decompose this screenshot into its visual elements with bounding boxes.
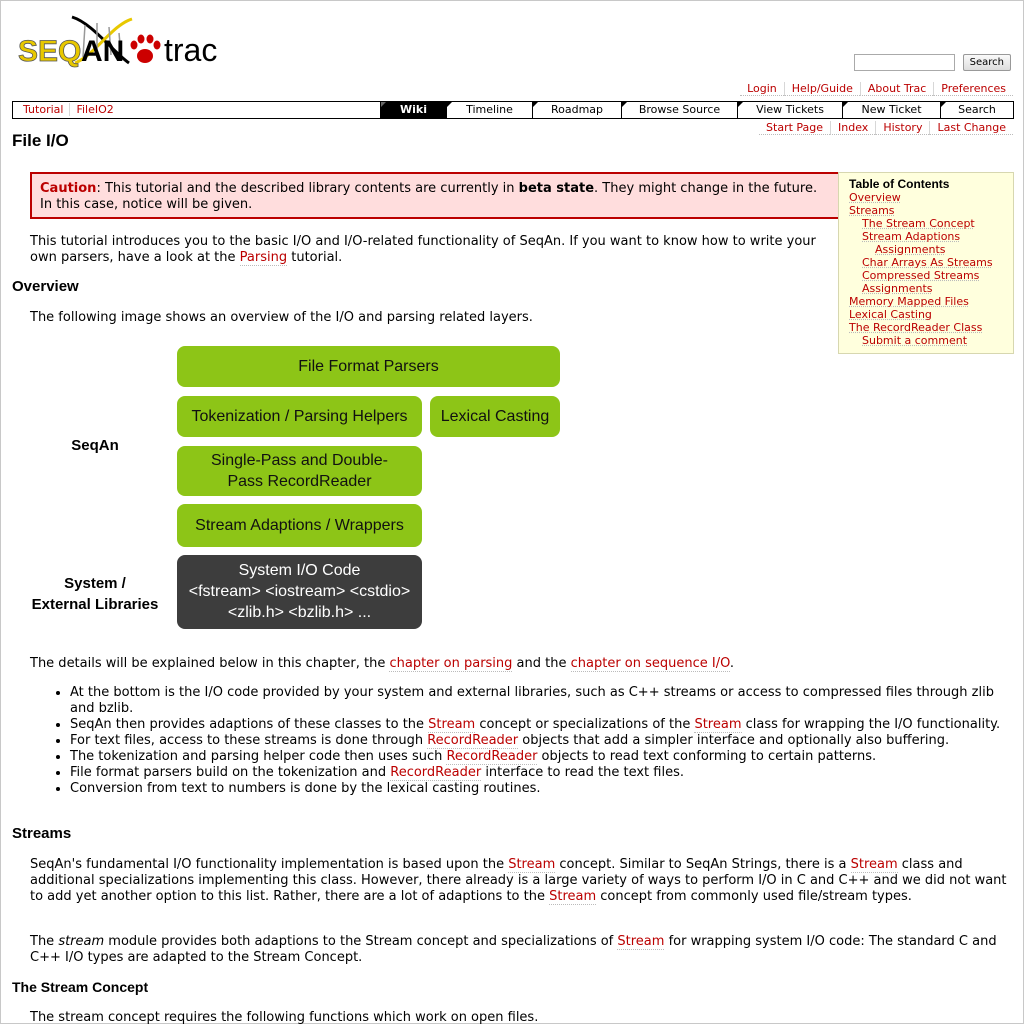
svg-text:SEQ: SEQ (18, 35, 81, 68)
toc-item-submit-comment[interactable]: Submit a comment (849, 334, 1003, 347)
stream-link[interactable]: Stream (617, 934, 665, 950)
caution-box: Caution: This tutorial and the described… (30, 172, 841, 219)
tab-roadmap[interactable]: Roadmap (532, 102, 621, 118)
toc-title: Table of Contents (849, 177, 950, 191)
stream-concept-heading: The Stream Concept (12, 979, 149, 995)
toc-item-stream-adaptions[interactable]: Stream Adaptions (849, 230, 1003, 243)
tab-search[interactable]: Search (940, 102, 1013, 118)
diagram-box-recordreader: Single-Pass and Double-Pass RecordReader (177, 446, 422, 496)
stream-link[interactable]: Stream (428, 717, 476, 733)
history-link[interactable]: History (875, 121, 930, 135)
breadcrumb-tutorial[interactable]: Tutorial (17, 103, 69, 116)
caution-beta: beta state (518, 181, 595, 196)
breadcrumb-fileio2[interactable]: FileIO2 (69, 103, 119, 116)
page-title: File I/O (12, 131, 69, 150)
breadcrumb: Tutorial FileIO2 (17, 103, 120, 116)
list-item: For text files, access to these streams … (70, 733, 1012, 749)
caution-label: Caution (40, 181, 97, 196)
caution-text: : This tutorial and the described librar… (96, 181, 519, 196)
about-trac-link[interactable]: About Trac (859, 82, 934, 96)
search-button[interactable]: Search (962, 54, 1011, 71)
toc-item-lexical-casting[interactable]: Lexical Casting (849, 308, 1003, 321)
diagram-box-file-format-parsers: File Format Parsers (177, 346, 560, 387)
svg-text:AN: AN (81, 35, 124, 68)
login-link[interactable]: Login (740, 82, 784, 96)
stream-link[interactable]: Stream (508, 857, 556, 873)
toc-item-char-arrays[interactable]: Char Arrays As Streams (849, 256, 1003, 269)
toc-item-assignments-2[interactable]: Assignments (849, 282, 1003, 295)
parsing-link[interactable]: Parsing (239, 250, 288, 266)
streams-paragraph-1: SeqAn's fundamental I/O functionality im… (30, 857, 1007, 905)
list-item: At the bottom is the I/O code provided b… (70, 685, 1012, 717)
svg-text:trac: trac (164, 32, 217, 68)
context-nav: Start Page Index History Last Change (759, 121, 1013, 135)
stream-link[interactable]: Stream (850, 857, 898, 873)
list-item: The tokenization and parsing helper code… (70, 749, 1012, 765)
main-nav: Tutorial FileIO2 Wiki Timeline Roadmap B… (12, 101, 1014, 119)
toc-item-streams[interactable]: Streams (849, 204, 1003, 217)
chapter-sequence-io-link[interactable]: chapter on sequence I/O (570, 656, 730, 672)
tab-timeline[interactable]: Timeline (446, 102, 532, 118)
list-item: Conversion from text to numbers is done … (70, 781, 1012, 797)
tab-view-tickets[interactable]: View Tickets (737, 102, 842, 118)
meta-nav: Login Help/Guide About Trac Preferences (740, 82, 1013, 96)
tab-wiki[interactable]: Wiki (380, 102, 446, 118)
seqan-trac-logo[interactable]: SEQ AN trac (17, 11, 237, 71)
intro-paragraph: This tutorial introduces you to the basi… (30, 234, 816, 266)
diagram-label-seqan: SeqAn (71, 437, 119, 454)
stream-link[interactable]: Stream (549, 889, 597, 905)
streams-heading: Streams (12, 825, 72, 842)
overview-heading: Overview (12, 278, 79, 295)
toc-item-recordreader[interactable]: The RecordReader Class (849, 321, 1003, 334)
search-input[interactable] (853, 54, 955, 71)
overview-text: The following image shows an overview of… (30, 310, 533, 325)
preferences-link[interactable]: Preferences (933, 82, 1013, 96)
toc-item-compressed-streams[interactable]: Compressed Streams (849, 269, 1003, 282)
table-of-contents: Table of Contents Overview Streams The S… (838, 172, 1014, 354)
list-item: SeqAn then provides adaptions of these c… (70, 717, 1012, 733)
toc-item-assignments[interactable]: Assignments (849, 243, 1003, 256)
recordreader-link[interactable]: RecordReader (427, 733, 519, 749)
toc-item-overview[interactable]: Overview (849, 191, 1003, 204)
diagram-box-stream-adaptions: Stream Adaptions / Wrappers (177, 504, 422, 547)
stream-link[interactable]: Stream (694, 717, 742, 733)
help-guide-link[interactable]: Help/Guide (783, 82, 860, 96)
last-change-link[interactable]: Last Change (929, 121, 1013, 135)
diagram-box-system-io: System I/O Code <fstream> <iostream> <cs… (177, 555, 422, 629)
recordreader-link[interactable]: RecordReader (446, 749, 538, 765)
toc-item-stream-concept[interactable]: The Stream Concept (849, 217, 1003, 230)
details-paragraph: The details will be explained below in t… (30, 656, 734, 672)
toc-item-memory-mapped[interactable]: Memory Mapped Files (849, 295, 1003, 308)
tab-browse-source[interactable]: Browse Source (621, 102, 737, 118)
streams-paragraph-2: The stream module provides both adaption… (30, 934, 997, 965)
layer-bullets: At the bottom is the I/O code provided b… (30, 685, 1012, 797)
diagram-label-system: System / External Libraries (31, 575, 159, 613)
start-page-link[interactable]: Start Page (759, 121, 831, 135)
diagram-box-lexical-casting: Lexical Casting (430, 396, 560, 437)
tab-new-ticket[interactable]: New Ticket (842, 102, 940, 118)
diagram-box-tokenization: Tokenization / Parsing Helpers (177, 396, 422, 437)
list-item: File format parsers build on the tokeniz… (70, 765, 1012, 781)
chapter-parsing-link[interactable]: chapter on parsing (389, 656, 513, 672)
index-link[interactable]: Index (830, 121, 876, 135)
recordreader-link[interactable]: RecordReader (390, 765, 482, 781)
search-form: Search (853, 54, 1011, 71)
